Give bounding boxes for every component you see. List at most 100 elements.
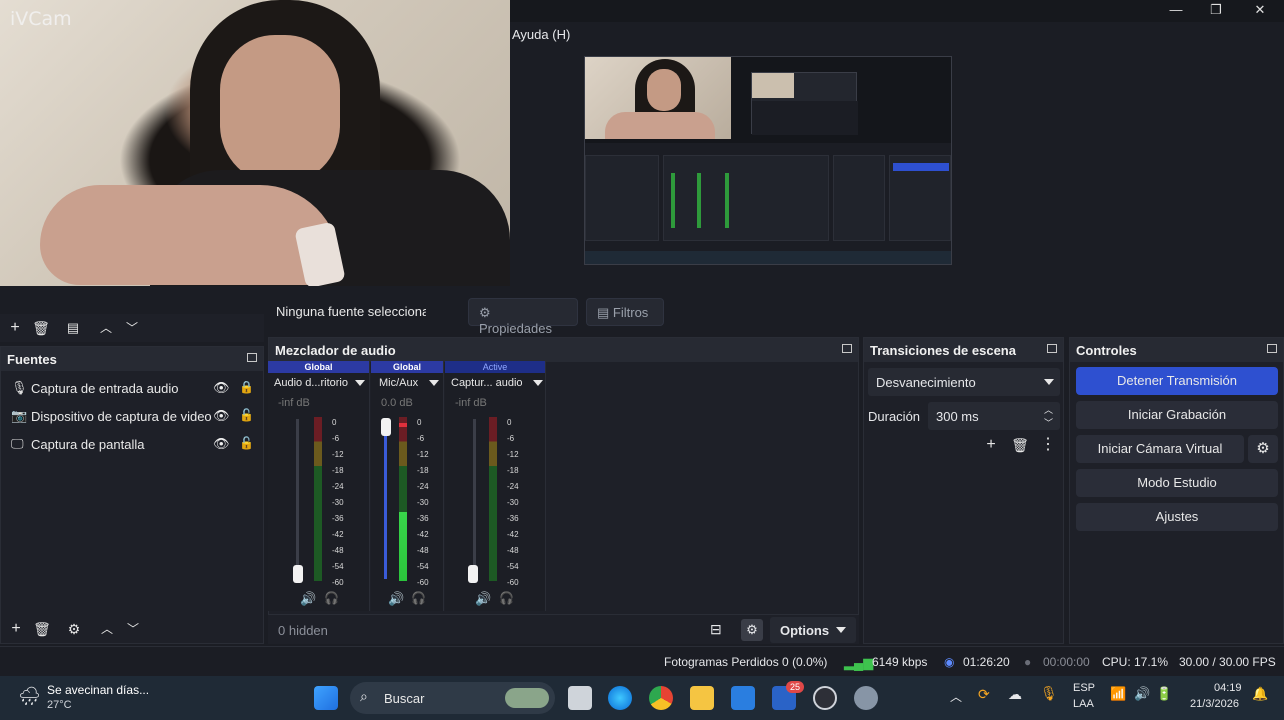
chevron-down-icon[interactable] [355,380,365,386]
sync-icon[interactable]: ⟳ [978,686,990,703]
channel-db: -inf dB [278,397,310,409]
volume-slider-knob[interactable] [381,418,391,436]
bitrate: 6149 kbps [872,655,928,669]
chevron-up-icon[interactable]: ︿ [1044,403,1053,416]
level-meter [399,417,407,581]
speaker-icon[interactable]: 🔊 [475,591,491,607]
windows-start-icon[interactable] [314,686,338,710]
mixer-title: Mezclador de audio [275,343,396,358]
chevron-down-icon[interactable]: ﹀ [1044,416,1053,429]
monitor-off-icon[interactable]: 🎧 [411,591,426,605]
source-settings-icon[interactable]: ⚙ [65,620,83,638]
clock-time[interactable]: 04:19 [1214,682,1242,694]
webcam-overlay: iVCam [0,0,510,286]
more-options-icon[interactable]: ⋮ [1039,436,1057,454]
stream-active-icon: ◉ [944,655,955,669]
add-scene-icon[interactable]: + [6,319,24,337]
delete-source-icon[interactable]: 🗑 [33,620,51,638]
chevron-down-icon[interactable] [533,380,543,386]
layout-icon[interactable]: ⊟ [710,621,722,638]
advanced-audio-icon[interactable]: ⚙ [741,619,763,641]
chrome-icon[interactable] [649,686,673,710]
controls-title: Controles [1076,343,1137,358]
undock-icon[interactable] [247,353,257,362]
chevron-down-icon[interactable] [429,380,439,386]
scene-filters-icon[interactable]: ▤ [64,319,82,337]
settings-app-icon[interactable] [854,686,878,710]
monitor-off-icon[interactable]: 🎧 [324,591,339,605]
battery-icon[interactable]: 🔋 [1156,686,1172,702]
sources-title: Fuentes [7,352,57,367]
channel-name: Audio d...ritorio [274,377,348,389]
speaker-icon[interactable]: 🔊 [388,591,404,607]
options-button[interactable]: Options [770,617,856,643]
transition-select[interactable]: Desvanecimiento [868,368,1060,396]
start-recording-button[interactable]: Iniciar Grabación [1076,401,1278,429]
virtual-camera-settings-icon[interactable]: ⚙ [1248,435,1278,463]
stream-time: 01:26:20 [963,655,1010,669]
add-transition-icon[interactable]: + [982,436,1000,454]
duration-label: Duración [868,409,921,424]
options-label: Options [780,623,830,638]
channel-name: Mic/Aux [379,377,419,389]
undock-icon[interactable] [842,344,852,353]
edge-icon[interactable] [608,686,632,710]
delete-scene-icon[interactable]: 🗑 [32,319,50,337]
properties-toolbar: Ninguna fuente seleccionad ⚙ Propiedades… [264,292,1284,336]
obs-icon[interactable] [813,686,837,710]
move-up-icon[interactable]: ︿ [97,319,115,337]
monitor-off-icon[interactable]: 🎧 [499,591,514,605]
eye-icon[interactable]: 👁 [213,436,230,452]
move-up-icon[interactable]: ︿ [98,620,116,638]
minimize-button[interactable]: — [1166,2,1186,20]
delete-transition-icon[interactable]: 🗑 [1011,436,1029,454]
filters-button[interactable]: ▤ Filtros [586,298,664,326]
scenes-toolbar: + 🗑 ▤ ︿ ﹀ [0,314,264,342]
taskbar-search[interactable]: ⌕ Buscar [350,682,555,714]
preview-webcam-thumbnail [585,57,731,139]
volume-slider-knob[interactable] [468,565,478,583]
search-highlight-icon [505,688,549,708]
source-item-screen-capture[interactable]: 🖵 Captura de pantalla 👁 🔓 [1,431,263,459]
volume-slider[interactable] [473,419,476,579]
stop-streaming-button[interactable]: Detener Transmisión [1076,367,1278,395]
task-view-icon[interactable] [568,686,592,710]
studio-mode-button[interactable]: Modo Estudio [1076,469,1278,497]
move-down-icon[interactable]: ﹀ [124,620,142,638]
volume-slider[interactable] [296,419,299,579]
undock-icon[interactable] [1267,344,1277,353]
move-down-icon[interactable]: ﹀ [123,319,141,337]
eye-icon[interactable]: 👁 [213,380,230,396]
weather-icon[interactable]: 🌧 [18,686,41,707]
duration-input[interactable]: 300 ms ︿ ﹀ [928,402,1060,430]
weather-title[interactable]: Se avecinan días... [47,683,149,697]
chevron-up-icon[interactable]: ︿ [950,688,962,705]
volume-slider[interactable] [384,419,387,579]
settings-button[interactable]: Ajustes [1076,503,1278,531]
notifications-icon[interactable]: 🔔 [1252,686,1268,702]
mixer-channel-desktop-audio: Global Audio d...ritorio -inf dB 0 -6 -12-… [268,361,370,611]
source-item-audio-input[interactable]: 🎙 Captura de entrada audio 👁 🔒 [1,375,263,403]
properties-button[interactable]: ⚙ Propiedades [468,298,578,336]
source-item-video-capture[interactable]: 📷 Dispositivo de captura de video 👁 🔓 [1,403,263,431]
unlock-icon[interactable]: 🔓 [239,408,254,422]
unlock-icon[interactable]: 🔓 [239,436,254,450]
start-virtual-camera-button[interactable]: Iniciar Cámara Virtual [1076,435,1244,463]
speaker-icon[interactable]: 🔊 [300,591,316,607]
mail-icon[interactable] [731,686,755,710]
menu-help[interactable]: Ayuda (H) [512,27,570,42]
lock-icon[interactable]: 🔒 [239,380,254,394]
weather-temp: 27°C [47,699,72,711]
volume-slider-knob[interactable] [293,565,303,583]
close-button[interactable]: ✕ [1250,2,1270,20]
undock-icon[interactable] [1047,344,1057,353]
eye-icon[interactable]: 👁 [213,408,230,424]
add-source-icon[interactable]: + [7,620,25,638]
maximize-button[interactable]: ❐ [1206,2,1226,20]
cloud-icon[interactable]: ☁ [1008,686,1022,703]
file-explorer-icon[interactable] [690,686,714,710]
language-code[interactable]: ESP [1073,682,1095,694]
wifi-icon[interactable]: 📶 [1110,686,1126,702]
microphone-tray-icon[interactable]: 🎙 [1040,685,1058,702]
volume-icon[interactable]: 🔊 [1134,686,1150,702]
